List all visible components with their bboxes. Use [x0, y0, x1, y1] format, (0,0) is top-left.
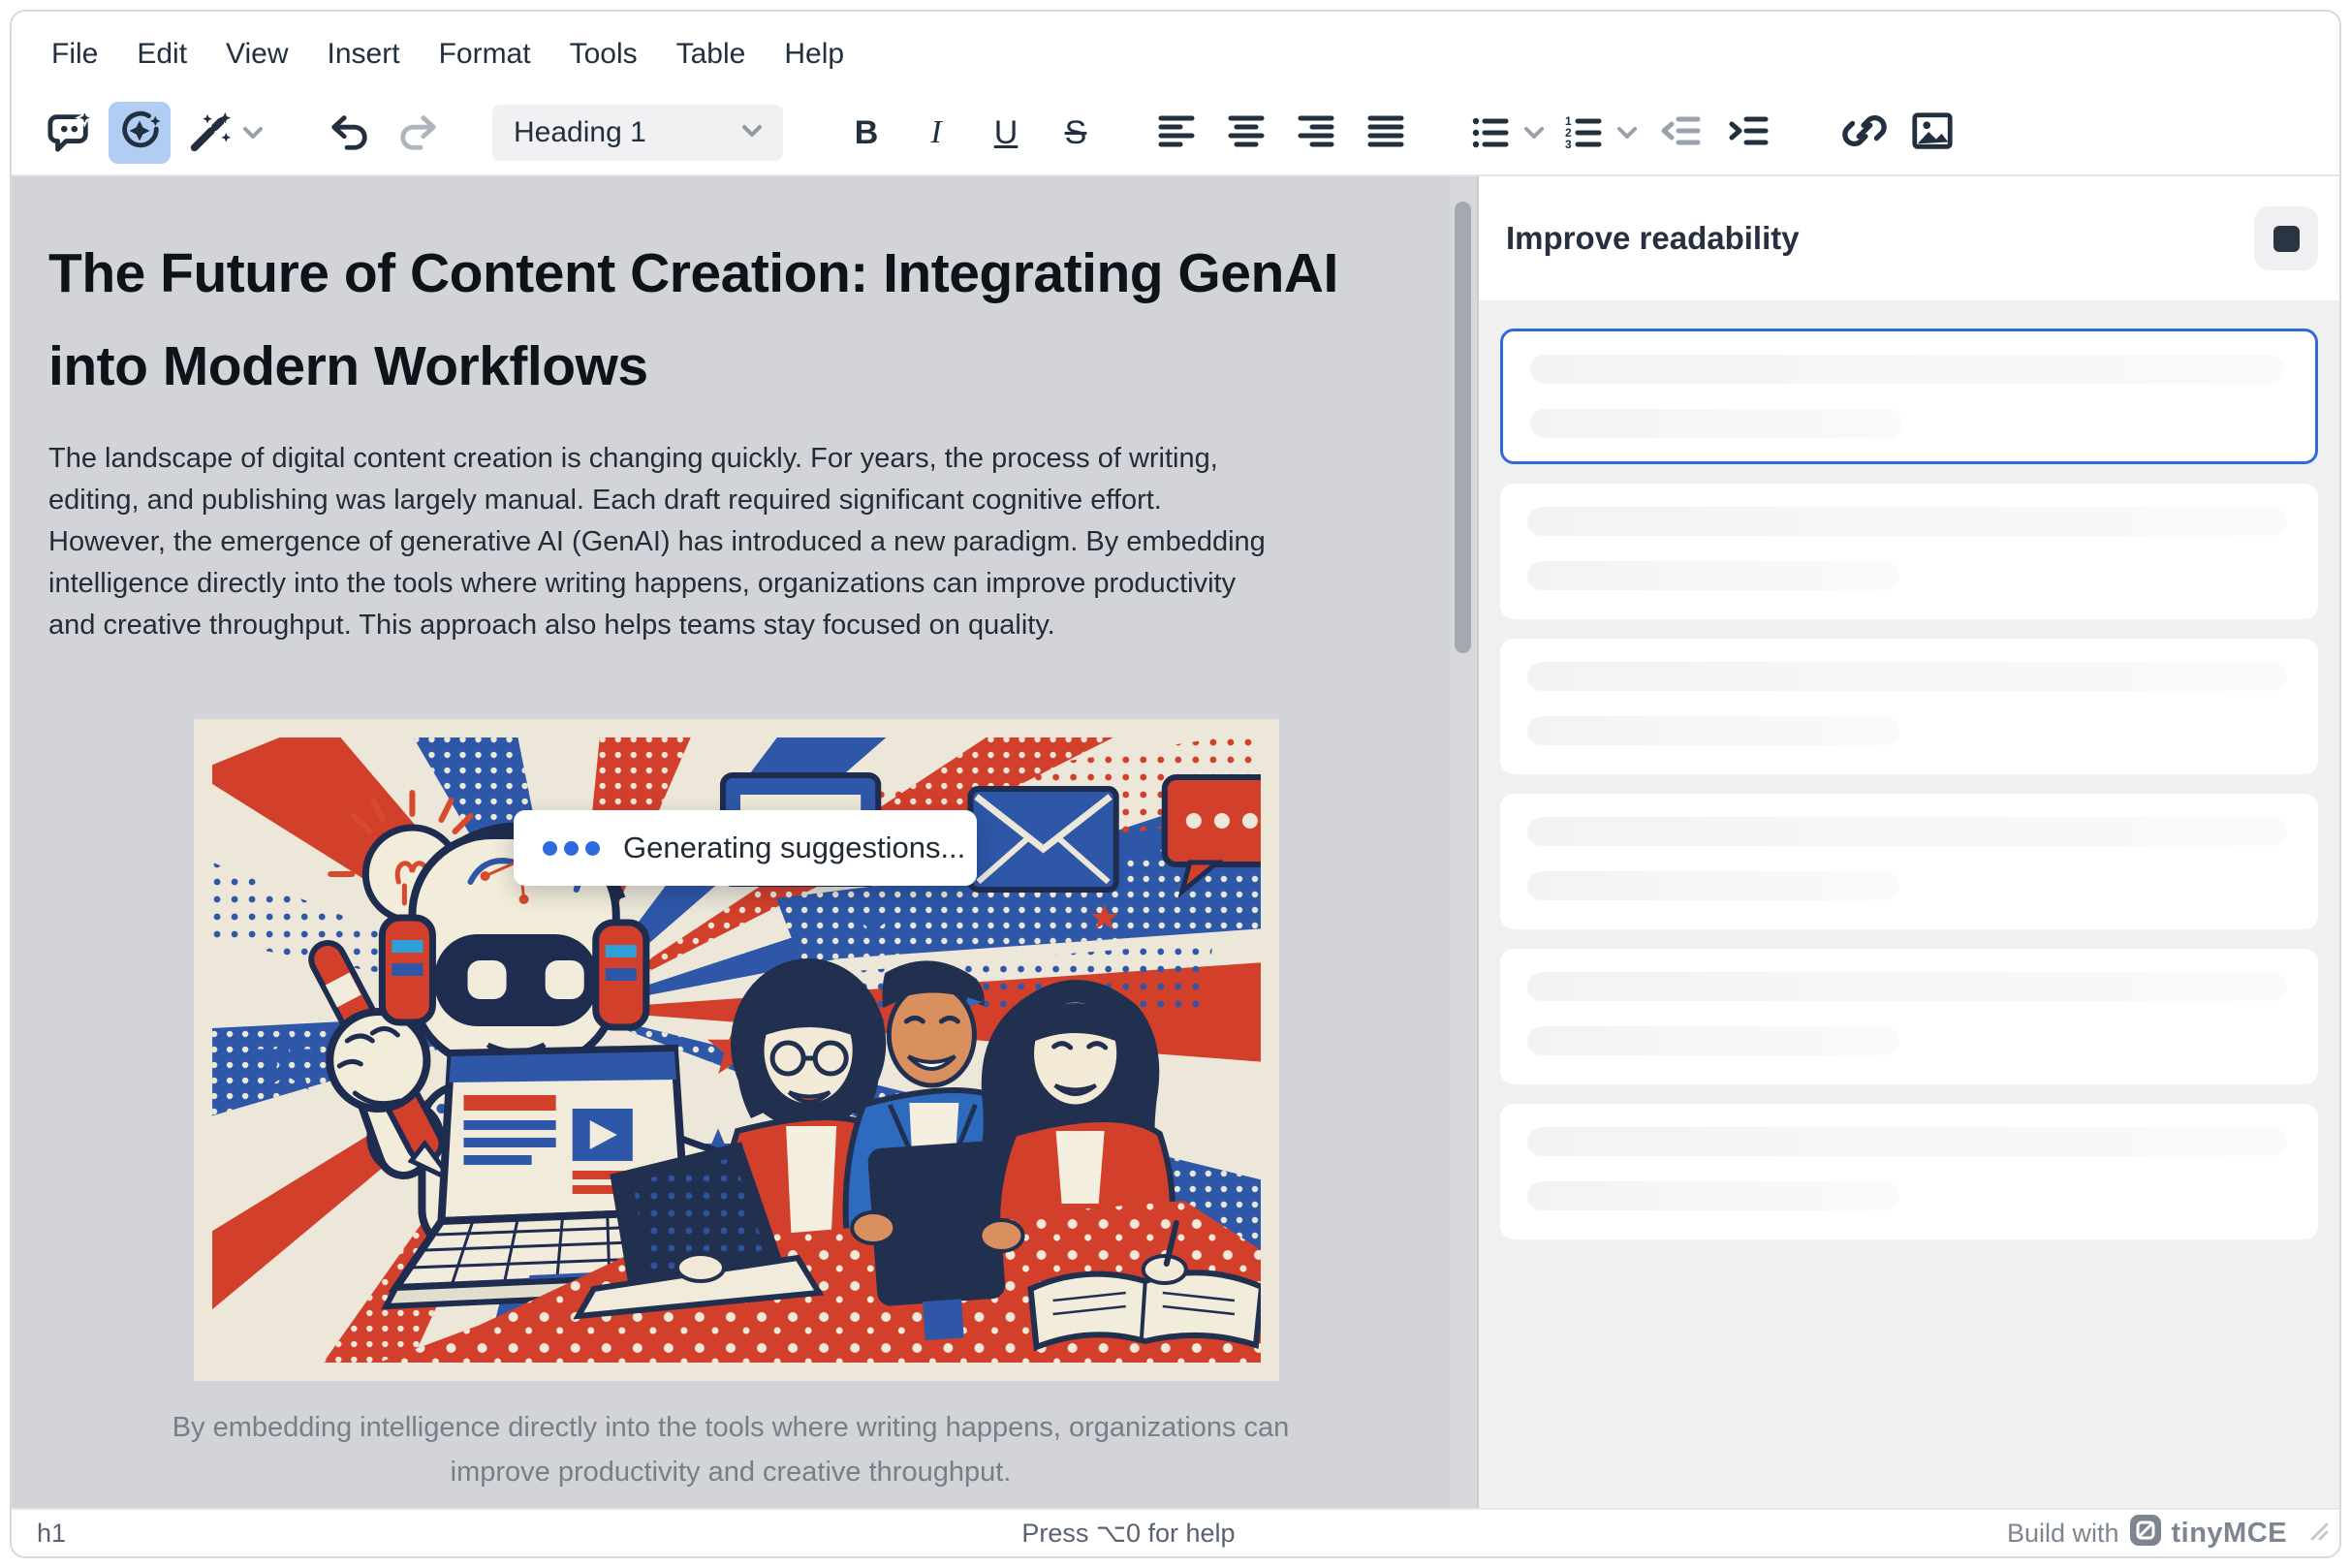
brand-prefix: Build with: [2007, 1519, 2119, 1549]
statusbar: h1 Press ⌥0 for help Build with tinyMCE: [12, 1508, 2339, 1556]
italic-icon: I: [930, 114, 941, 151]
stop-button[interactable]: [2254, 206, 2318, 270]
skeleton-line: [1527, 716, 1899, 745]
resize-grip-icon[interactable]: [2306, 1519, 2330, 1549]
format-style-value: Heading 1: [514, 116, 742, 149]
format-style-select[interactable]: Heading 1: [492, 105, 783, 161]
generating-suggestions-pill: Generating suggestions...: [514, 810, 977, 886]
envelope-icon-art: [970, 789, 1115, 890]
skeleton-line: [1527, 972, 2287, 1001]
suggestion-card-skeleton-selected[interactable]: [1500, 329, 2318, 464]
menu-file[interactable]: File: [33, 30, 116, 78]
skeleton-line: [1527, 507, 2287, 536]
undo-button[interactable]: [318, 102, 380, 164]
image-icon: [1910, 109, 1955, 158]
skeleton-line: [1527, 1026, 1899, 1055]
skeleton-line: [1527, 871, 1899, 900]
redo-icon: [396, 109, 441, 158]
editor-scrollbar: [1450, 176, 1479, 1508]
screen: File Edit View Insert Format Tools Table…: [0, 0, 2351, 1568]
ai-review-button[interactable]: [109, 102, 171, 164]
ai-chat-icon: [47, 109, 92, 158]
align-left-button[interactable]: [1145, 102, 1207, 164]
bullet-list-split-button[interactable]: [1459, 102, 1547, 164]
undo-icon: [327, 109, 371, 158]
link-button[interactable]: [1834, 102, 1896, 164]
ai-review-icon: [117, 109, 162, 158]
image-caption[interactable]: By embedding intelligence directly into …: [12, 1405, 1450, 1494]
improve-readability-sidebar: Improve readability: [1479, 176, 2339, 1508]
bold-button[interactable]: B: [835, 102, 897, 164]
magic-wand-split-button[interactable]: [178, 102, 266, 164]
tinymce-editor-window: File Edit View Insert Format Tools Table…: [10, 10, 2341, 1558]
menu-help[interactable]: Help: [766, 30, 862, 78]
underline-button[interactable]: U: [975, 102, 1037, 164]
sidebar-title: Improve readability: [1506, 220, 2254, 257]
toolbar: Heading 1 B I U S: [12, 91, 2339, 174]
align-center-icon: [1225, 110, 1268, 157]
suggestions-list: [1479, 301, 2339, 1508]
suggestion-card-skeleton[interactable]: [1500, 484, 2318, 619]
redo-button[interactable]: [388, 102, 450, 164]
skeleton-line: [1527, 662, 2287, 691]
loading-text: Generating suggestions...: [623, 831, 965, 865]
stop-square-icon: [2273, 226, 2300, 252]
align-justify-button[interactable]: [1355, 102, 1417, 164]
chevron-down-icon: [1521, 102, 1547, 164]
sidebar-header: Improve readability: [1479, 176, 2339, 301]
align-center-button[interactable]: [1215, 102, 1277, 164]
suggestion-card-skeleton[interactable]: [1500, 1104, 2318, 1239]
italic-button[interactable]: I: [905, 102, 967, 164]
menu-table[interactable]: Table: [658, 30, 765, 78]
numbered-list-split-button[interactable]: 123: [1552, 102, 1640, 164]
tinymce-logo-icon: [2129, 1514, 2162, 1553]
align-left-icon: [1155, 110, 1198, 157]
svg-text:3: 3: [1565, 138, 1572, 151]
bullet-list-icon: [1459, 102, 1521, 164]
document-heading[interactable]: The Future of Content Creation: Integrat…: [48, 227, 1411, 413]
document-paragraph[interactable]: The landscape of digital content creatio…: [48, 438, 1411, 646]
align-justify-icon: [1364, 110, 1407, 157]
chevron-down-icon: [240, 102, 266, 164]
outdent-button[interactable]: [1649, 102, 1711, 164]
help-shortcut-text: Press ⌥0 for help: [250, 1519, 2007, 1549]
loading-dots-icon: [543, 841, 600, 856]
magic-wand-icon: [178, 102, 240, 164]
outdent-icon: [1659, 110, 1702, 157]
strikethrough-button[interactable]: S: [1045, 102, 1107, 164]
menu-insert[interactable]: Insert: [309, 30, 419, 78]
suggestion-card-skeleton[interactable]: [1500, 794, 2318, 929]
image-button[interactable]: [1901, 102, 1963, 164]
menu-edit[interactable]: Edit: [118, 30, 205, 78]
underline-icon: U: [994, 114, 1019, 152]
skeleton-line: [1527, 1127, 2287, 1156]
menu-format[interactable]: Format: [421, 30, 549, 78]
indent-button[interactable]: [1717, 102, 1779, 164]
indent-icon: [1727, 110, 1770, 157]
editor-content[interactable]: The Future of Content Creation: Integrat…: [12, 176, 1450, 1508]
element-path[interactable]: h1: [37, 1519, 250, 1549]
link-icon: [1842, 109, 1887, 158]
chevron-down-icon: [742, 124, 762, 142]
ai-chat-button[interactable]: [39, 102, 101, 164]
skeleton-line: [1527, 1181, 1899, 1210]
menu-tools[interactable]: Tools: [551, 30, 656, 78]
suggestion-card-skeleton[interactable]: [1500, 949, 2318, 1084]
align-right-button[interactable]: [1285, 102, 1347, 164]
skeleton-line: [1530, 355, 2284, 384]
main-area: The Future of Content Creation: Integrat…: [12, 176, 2339, 1508]
scrollbar-thumb[interactable]: [1455, 202, 1471, 653]
menu-view[interactable]: View: [207, 30, 306, 78]
strikethrough-icon: S: [1065, 114, 1087, 152]
brand-name[interactable]: tinyMCE: [2172, 1518, 2288, 1550]
suggestion-card-skeleton[interactable]: [1500, 639, 2318, 774]
skeleton-line: [1527, 817, 2287, 846]
skeleton-line: [1530, 409, 1902, 438]
skeleton-line: [1527, 561, 1899, 590]
bold-icon: B: [855, 114, 879, 152]
numbered-list-icon: 123: [1552, 102, 1614, 164]
align-right-icon: [1295, 110, 1337, 157]
chevron-down-icon: [1614, 102, 1640, 164]
menubar: File Edit View Insert Format Tools Table…: [12, 12, 2339, 91]
